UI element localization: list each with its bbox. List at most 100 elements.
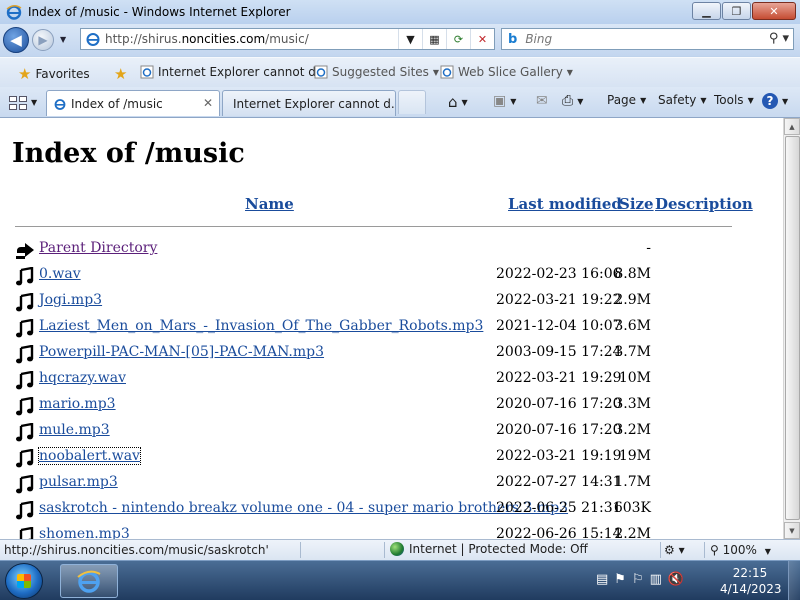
file-link[interactable]: pulsar.mp3 [39,474,118,490]
file-link[interactable]: shomen.mp3 [39,526,130,539]
parent-directory-icon [16,243,34,259]
page-content: Index of /music Name Last modified Size … [0,118,783,539]
web-slice-gallery-link[interactable]: Web Slice Gallery ▼ [440,65,573,79]
tab-list-dropdown[interactable]: ▼ [31,98,37,107]
size-cell: 603K [613,500,651,516]
help-button[interactable]: ? ▼ [762,93,788,109]
search-box[interactable]: b Bing ⚲ ▾ [501,28,794,50]
stop-icon[interactable]: ✕ [470,29,494,49]
file-link[interactable]: Powerpill-PAC-MAN-[05]-PAC-MAN.mp3 [39,344,324,360]
suggested-sites-link[interactable]: Suggested Sites ▼ [314,65,439,79]
tools-menu-button[interactable]: Tools ▼ [714,93,754,107]
compatibility-view-icon[interactable]: ▦ [422,29,446,49]
zoom-level-button[interactable]: ⚲ 100% ▼ [710,543,771,557]
file-link[interactable]: Laziest_Men_on_Mars_-_Invasion_Of_The_Ga… [39,318,483,334]
page-icon [440,65,454,79]
volume-muted-icon[interactable]: 🔇 [668,572,684,587]
home-icon: ⌂ [448,93,458,111]
chevron-down-icon: ▼ [432,67,440,77]
header-divider [15,226,732,227]
protected-mode-icon[interactable]: ⚙ ▾ [664,543,685,557]
size-cell: 1.7M [614,474,651,490]
chevron-down-icon: ▼ [640,95,647,105]
recent-pages-dropdown[interactable]: ▼ [60,35,66,44]
tab-bar: ▼ Index of /music ✕ Internet Explorer ca… [0,87,800,118]
minimize-button[interactable]: ▁ [692,2,721,20]
network-icon[interactable]: ▥ [650,572,662,587]
size-cell: 19M [618,448,651,464]
tab-ie-cannot-display[interactable]: Internet Explorer cannot d... [222,90,396,116]
show-desktop-button[interactable] [788,561,800,600]
column-last-modified-sort-link[interactable]: Last modified [508,195,622,213]
clock[interactable]: 22:15 4/14/2023 [720,565,782,597]
page-icon [314,65,328,79]
print-button[interactable]: ⎙ ▼ [562,93,583,109]
maximize-button[interactable]: ❐ [722,2,751,20]
globe-icon [390,542,404,556]
help-icon: ? [762,93,778,109]
read-mail-button[interactable]: ✉ [536,93,548,109]
tab-index-of-music[interactable]: Index of /music ✕ [46,90,220,116]
file-link[interactable]: Jogi.mp3 [39,292,102,308]
security-zone[interactable]: Internet | Protected Mode: Off [390,542,588,556]
favorites-button[interactable]: ★ Favorites [18,65,90,83]
feeds-button[interactable]: ▣ ▼ [493,93,516,109]
magnifier-icon: ⚲ [710,543,719,557]
file-link[interactable]: hqcrazy.wav [39,370,126,386]
printer-icon: ⎙ [562,93,574,109]
address-dropdown[interactable]: ▼ [398,29,422,49]
column-description-sort-link[interactable]: Description [655,195,753,213]
scroll-thumb[interactable] [785,136,800,520]
add-to-favorites-bar-button[interactable]: ★ [114,65,131,83]
file-link[interactable]: 0.wav [39,266,81,282]
file-link[interactable]: mario.mp3 [39,396,116,412]
internet-explorer-icon [6,5,22,20]
scroll-down-button[interactable]: ▼ [784,522,800,539]
page-menu-button[interactable]: Page ▼ [607,93,646,107]
search-icon[interactable]: ⚲ ▾ [769,31,789,46]
taskbar-internet-explorer[interactable] [60,564,118,598]
close-button[interactable]: ✕ [752,2,796,20]
table-row: pulsar.mp3 2022-07-27 14:31 1.7M [15,473,735,497]
search-input[interactable]: Bing [525,32,552,46]
safety-menu-button[interactable]: Safety ▼ [658,93,707,107]
vertical-scrollbar[interactable]: ▲ ▼ [783,118,800,539]
column-size-sort-link[interactable]: Size [619,195,654,213]
table-row: hqcrazy.wav 2022-03-21 19:29 10M [15,369,735,393]
home-button[interactable]: ⌂ ▼ [448,93,468,111]
size-cell: 10M [618,370,651,386]
close-tab-button[interactable]: ✕ [203,96,213,110]
action-center-icon[interactable]: ⚑ [614,572,626,587]
address-url[interactable]: http://shirus.noncities.com/music/ [105,32,309,46]
size-cell: 3.6M [614,318,651,334]
music-note-icon [16,293,34,312]
music-note-icon [16,501,34,520]
favorite-link-ie-cannot-display[interactable]: Internet Explorer cannot d... [140,65,327,79]
page-icon [54,98,66,110]
system-tray: ▤ ⚑ ⚐ ▥ 🔇 [596,572,684,587]
back-button[interactable]: ◀ [3,27,29,53]
address-bar[interactable]: http://shirus.noncities.com/music/ ▼ ▦ ⟳… [80,28,495,50]
notification-icon[interactable]: ▤ [596,572,608,587]
start-button[interactable] [5,563,43,599]
forward-button[interactable]: ▶ [32,29,54,51]
file-link[interactable]: mule.mp3 [39,422,110,438]
size-cell: 2.9M [614,292,651,308]
music-note-icon [19,527,34,539]
chevron-down-icon: ▼ [566,67,573,77]
rss-feed-icon: ▣ [493,93,507,109]
flag-icon[interactable]: ⚐ [632,572,644,587]
page-title: Index of /music [12,138,245,169]
music-note-icon [16,267,34,286]
column-name-sort-link[interactable]: Name [245,195,294,213]
new-tab-button[interactable] [398,90,426,114]
file-link[interactable]: noobalert.wav [38,447,141,465]
file-link[interactable]: saskrotch - nintendo breakz volume one -… [39,500,568,516]
refresh-icon[interactable]: ⟳ [446,29,470,49]
quick-tabs-button[interactable] [6,94,28,112]
chevron-down-icon: ▼ [782,96,789,106]
scroll-up-button[interactable]: ▲ [784,118,800,135]
page-icon [86,33,100,46]
file-link[interactable]: Parent Directory [39,240,157,256]
table-row: 0.wav 2022-02-23 16:06 8.8M [15,265,735,289]
